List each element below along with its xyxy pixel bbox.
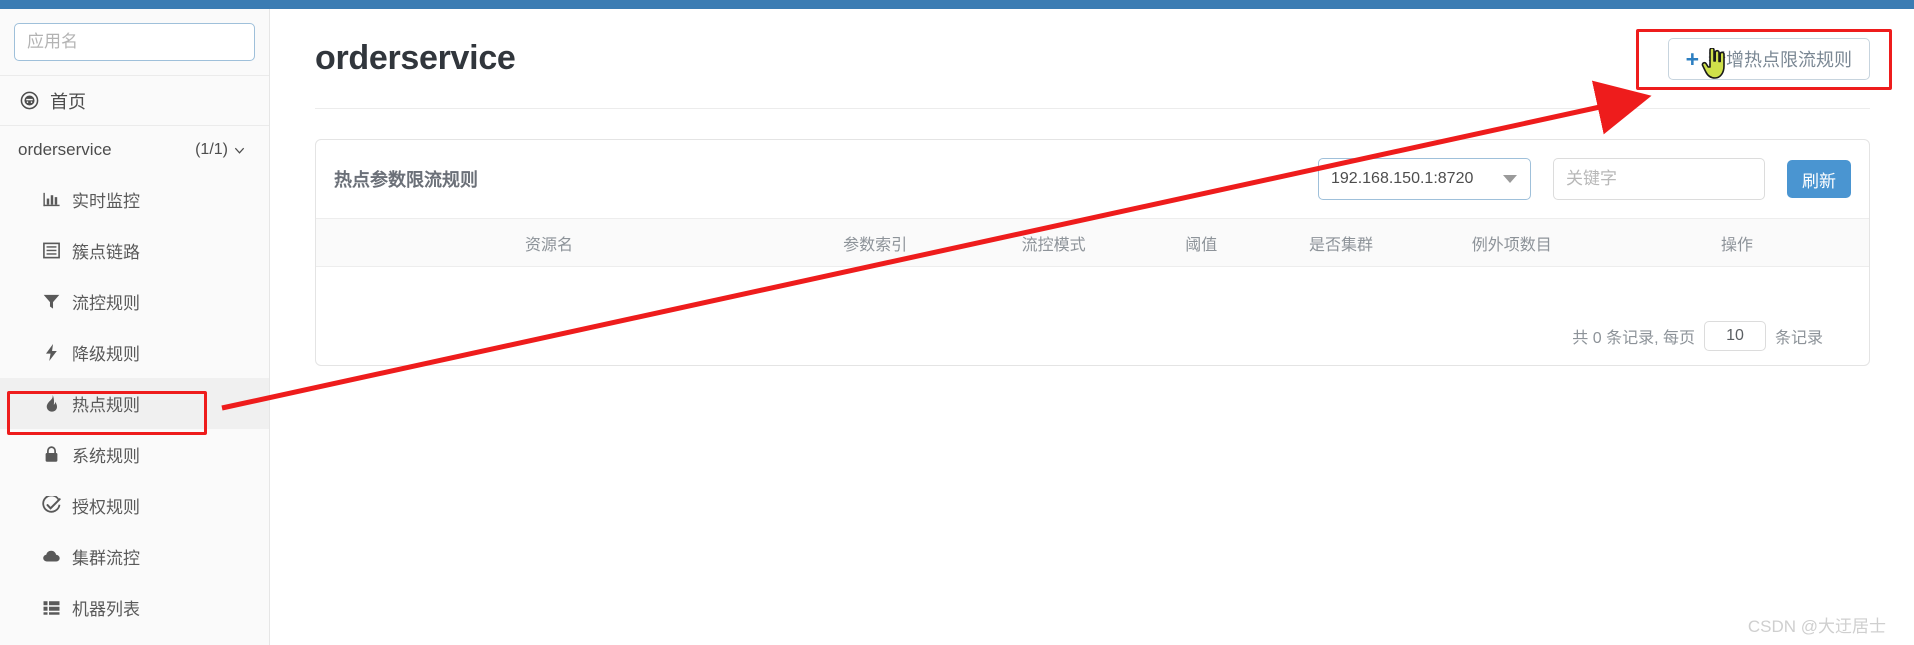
bar-chart-icon — [42, 190, 61, 209]
sidebar-item-label: 授权规则 — [72, 498, 140, 517]
sidebar-item-7[interactable]: 授权规则 — [0, 480, 269, 531]
sidebar-item-label: 系统规则 — [72, 447, 140, 466]
plus-icon: + — [1685, 45, 1699, 72]
sidebar-item-label: 集群流控 — [72, 549, 140, 568]
sidebar-item-2[interactable]: 簇点链路 — [0, 225, 269, 276]
bolt-icon — [42, 343, 61, 362]
sidebar-item-6[interactable]: 系统规则 — [0, 429, 269, 480]
sidebar: 搜索 首页 orderservice (1/1) — [0, 9, 270, 645]
machine-select[interactable]: 192.168.150.1:8720 — [1318, 158, 1531, 200]
lock-icon — [42, 445, 61, 464]
sidebar-item-label: 热点规则 — [72, 396, 140, 415]
table-column-header: 资源名 — [524, 236, 573, 254]
table-column-header: 阈值 — [1185, 236, 1218, 254]
hotspot-rules-table: 资源名 参数索引 流控模式 阈值 是否集群 例外项数目 操作 — [316, 218, 1869, 307]
add-hotspot-rule-button-label: 新增热点限流规则 — [1708, 50, 1852, 70]
list-panel-icon — [42, 241, 61, 260]
chevron-down-icon — [1503, 175, 1517, 183]
sidebar-nav-list: 实时监控簇点链路流控规则降级规则热点规则系统规则授权规则集群流控机器列表 — [0, 174, 269, 633]
card-header: 热点参数限流规则 192.168.150.1:8720 刷新 — [316, 140, 1869, 218]
sidebar-app-group-orderservice[interactable]: orderservice (1/1) — [0, 126, 269, 174]
app-search-box[interactable]: 搜索 — [14, 23, 255, 61]
pagination-suffix: 条记录 — [1774, 329, 1823, 347]
sidebar-search-area: 搜索 — [0, 9, 269, 75]
table-header-row: 资源名 参数索引 流控模式 阈值 是否集群 例外项数目 操作 — [316, 218, 1869, 267]
sidebar-app-group-count: (1/1) — [195, 141, 228, 158]
list-icon — [42, 598, 61, 617]
table-column-header: 流控模式 — [1021, 236, 1086, 254]
sidebar-item-8[interactable]: 集群流控 — [0, 531, 269, 582]
fire-icon — [42, 394, 61, 413]
sidebar-item-label: 机器列表 — [72, 600, 140, 619]
table-column-header: 例外项数目 — [1471, 236, 1552, 254]
sidebar-item-label: 实时监控 — [72, 192, 140, 211]
sidebar-app-group-count-wrap: (1/1) — [195, 141, 249, 160]
page-header: orderservice + 新增热点限流规则 — [315, 9, 1870, 109]
sidebar-item-label: 簇点链路 — [72, 243, 140, 262]
chevron-down-icon — [230, 141, 249, 160]
sidebar-item-3[interactable]: 流控规则 — [0, 276, 269, 327]
table-empty-row — [316, 267, 1869, 307]
main-content: orderservice + 新增热点限流规则 热点参数限流规则 192.168… — [271, 9, 1914, 645]
sidebar-item-home[interactable]: 首页 — [0, 76, 269, 126]
check-circle-icon — [42, 496, 61, 515]
sidebar-item-label: 降级规则 — [72, 345, 140, 364]
sentinel-dashboard-page: 搜索 首页 orderservice (1/1) — [0, 0, 1914, 645]
pagination: 共 0 条记录, 每页 10 条记录 — [316, 307, 1869, 365]
sidebar-item-4[interactable]: 降级规则 — [0, 327, 269, 378]
page-size-input[interactable]: 10 — [1703, 320, 1766, 351]
add-hotspot-rule-button[interactable]: + 新增热点限流规则 — [1667, 38, 1870, 80]
machine-select-value: 192.168.150.1:8720 — [1331, 170, 1474, 187]
hotspot-rules-card: 热点参数限流规则 192.168.150.1:8720 刷新 资源名 参数索引 流控… — [315, 139, 1870, 366]
search-input[interactable] — [15, 24, 254, 60]
sidebar-item-label: 流控规则 — [72, 294, 140, 313]
sidebar-item-home-label: 首页 — [50, 91, 86, 112]
keyword-input[interactable] — [1553, 158, 1765, 200]
table-column-header: 操作 — [1720, 236, 1753, 254]
refresh-button[interactable]: 刷新 — [1787, 160, 1851, 198]
cloud-icon — [42, 547, 61, 566]
page-title: orderservice — [315, 39, 516, 77]
dashboard-icon — [20, 91, 39, 110]
filter-icon — [42, 292, 61, 311]
sidebar-item-5[interactable]: 热点规则 — [0, 378, 269, 429]
top-accent-bar — [0, 0, 1914, 9]
card-toolbar: 192.168.150.1:8720 刷新 — [1318, 158, 1851, 200]
table-column-header: 是否集群 — [1308, 236, 1373, 254]
sidebar-item-9[interactable]: 机器列表 — [0, 582, 269, 633]
table-body — [316, 267, 1869, 307]
sidebar-item-1[interactable]: 实时监控 — [0, 174, 269, 225]
card-title: 热点参数限流规则 — [334, 170, 478, 190]
table-column-header: 参数索引 — [843, 236, 908, 254]
watermark: CSDN @大迂居士 — [1747, 617, 1886, 636]
sidebar-app-group-label: orderservice — [18, 140, 112, 159]
pagination-prefix: 共 0 条记录, 每页 — [1572, 329, 1695, 347]
table-head: 资源名 参数索引 流控模式 阈值 是否集群 例外项数目 操作 — [316, 218, 1869, 267]
